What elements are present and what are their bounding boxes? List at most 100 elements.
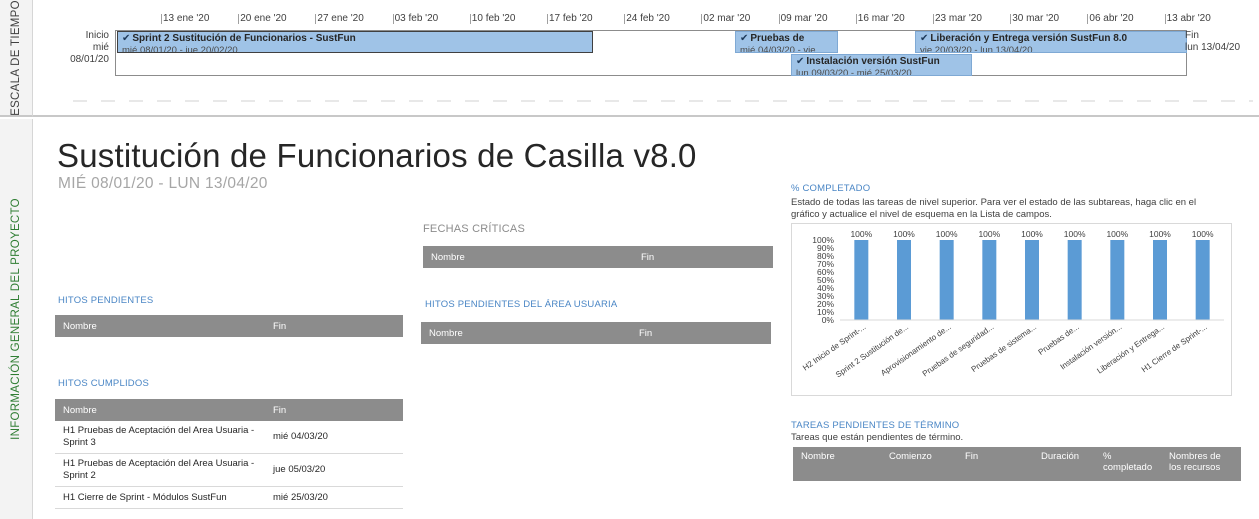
project-dates: MIÉ 08/01/20 - LUN 13/04/20	[58, 175, 268, 192]
column-header-resource-names[interactable]: Nombres de los recursos	[1161, 447, 1241, 481]
bar-title: Sprint 2 Sustitución de Funcionarios - S…	[132, 33, 356, 44]
pending-tasks-heading: TAREAS PENDIENTES DE TÉRMINO	[791, 420, 960, 431]
timeline-tick-label: 16 mar '20	[857, 13, 905, 24]
chart-bar[interactable]	[1067, 240, 1082, 320]
timeline-start: Inicio mié 08/01/20	[53, 30, 109, 66]
bar-data-label: 100%	[978, 229, 1000, 239]
column-header-name[interactable]: Nombre	[421, 322, 631, 344]
percent-complete-description: Estado de todas las tareas de nivel supe…	[791, 197, 1197, 220]
timeline-tick-label: 27 ene '20	[317, 13, 364, 24]
page-title: Sustitución de Funcionarios de Casilla v…	[57, 137, 697, 174]
timeline-tick	[392, 14, 394, 24]
bar-title: Liberación y Entrega versión SustFun 8.0	[930, 33, 1128, 44]
pending-tasks-table[interactable]: Nombre Comienzo Fin Duración % completad…	[793, 447, 1241, 481]
overview-side-label: INFORMACIÓN GENERAL DEL PROYECTO	[0, 119, 33, 519]
timeline-tick-label: 10 feb '20	[471, 13, 516, 24]
x-category-label: Pruebas de seguridad...	[921, 322, 996, 378]
bar-data-label: 100%	[1106, 229, 1128, 239]
column-header-end[interactable]: Fin	[265, 315, 403, 337]
timeline-start-date: mié 08/01/20	[70, 42, 109, 65]
timeline-bar-liberacion[interactable]: ✔ Liberación y Entrega versión SustFun 8.…	[915, 31, 1187, 53]
timeline-bar-sprint2[interactable]: ✔ Sprint 2 Sustitución de Funcionarios - …	[117, 31, 593, 53]
milestone-name: H1 Cierre de Sprint - Módulos SustFun	[55, 486, 265, 509]
timeline-end: Fin lun 13/04/20	[1185, 30, 1240, 54]
percent-complete-heading: % COMPLETADO	[791, 183, 871, 194]
completed-milestones-table[interactable]: Nombre Fin H1 Pruebas de Aceptación del …	[55, 399, 403, 509]
timeline-bar-instalacion[interactable]: ✔ Instalación versión SustFun lun 09/03/2…	[791, 54, 972, 76]
chart-bar[interactable]	[1195, 240, 1210, 320]
column-header-name[interactable]: Nombre	[423, 246, 633, 268]
pending-user-milestones-table[interactable]: Nombre Fin	[421, 322, 771, 344]
column-header-end[interactable]: Fin	[957, 447, 1033, 481]
x-category-label: Sprint 2 Sustitución de...	[834, 322, 910, 379]
timeline[interactable]: 13 ene '20 20 ene '20 27 ene '20 03 feb '20…	[33, 0, 1259, 117]
table-header-row: Nombre Fin	[55, 315, 403, 337]
pending-milestones-heading: HITOS PENDIENTES	[58, 295, 154, 306]
y-tick-label: 100%	[812, 235, 834, 245]
column-header-end[interactable]: Fin	[631, 322, 771, 344]
chart-bar[interactable]	[1153, 240, 1167, 320]
timeline-tick-label: 24 feb '20	[626, 13, 670, 24]
chart-bar[interactable]	[854, 240, 869, 320]
timeline-start-label: Inicio	[85, 30, 109, 41]
timeline-tick	[1087, 14, 1089, 24]
table-row[interactable]: H1 Pruebas de Aceptación del Area Usuari…	[55, 421, 403, 454]
bar-data-label: 100%	[1064, 229, 1086, 239]
milestone-end: jue 05/03/20	[265, 453, 403, 487]
bar-data-label: 100%	[1149, 229, 1171, 239]
project-overview-label: INFORMACIÓN GENERAL DEL PROYECTO	[10, 198, 22, 440]
timeline-tick-label: 23 mar '20	[935, 13, 982, 24]
bar-dates: mié 04/03/20 - vie	[740, 45, 816, 53]
project-overview: Sustitución de Funcionarios de Casilla v…	[33, 119, 1259, 519]
pending-milestones-table[interactable]: Nombre Fin	[55, 315, 403, 337]
timeline-tick	[1164, 14, 1166, 24]
bar-data-label: 100%	[1192, 229, 1214, 239]
x-category-label: Pruebas de...	[1037, 322, 1081, 357]
chart-bar[interactable]	[939, 240, 954, 320]
table-row[interactable]: H1 Pruebas de Aceptación del Area Usuari…	[55, 453, 403, 487]
table-header-row: Nombre Fin	[421, 322, 771, 344]
bar-data-label: 100%	[1021, 229, 1043, 239]
chart-bar[interactable]	[982, 240, 997, 320]
column-header-end[interactable]: Fin	[265, 399, 403, 421]
timeline-tick	[933, 14, 934, 24]
completed-milestones-heading: HITOS CUMPLIDOS	[58, 378, 149, 389]
column-header-name[interactable]: Nombre	[55, 399, 265, 421]
timeline-tick	[701, 14, 703, 24]
column-header-percent-complete[interactable]: % completado	[1095, 447, 1161, 481]
check-icon: ✔	[740, 33, 749, 44]
table-header-row: Nombre Fin	[55, 399, 403, 421]
bar-data-label: 100%	[893, 229, 915, 239]
timeline-tick	[238, 14, 240, 24]
x-category-label: Aprovisionamiento de...	[879, 322, 953, 377]
column-header-duration[interactable]: Duración	[1033, 447, 1095, 481]
pending-tasks-description: Tareas que están pendientes de término.	[791, 432, 964, 443]
timeline-tick	[624, 14, 626, 24]
timeline-faint-divider	[73, 100, 1253, 102]
column-header-end[interactable]: Fin	[633, 246, 773, 268]
column-header-name[interactable]: Nombre	[793, 447, 881, 481]
column-header-name[interactable]: Nombre	[55, 315, 265, 337]
check-icon: ✔	[122, 33, 131, 44]
timeline-tick-label: 03 feb '20	[394, 13, 439, 24]
timeline-tick	[1010, 14, 1012, 24]
critical-dates-table[interactable]: Nombre Fin	[423, 246, 773, 268]
percent-complete-chart[interactable]: 0% 10% 20% 30% 40% 50% 60% 70% 80% 90% 100% 100% H2 …	[791, 223, 1232, 396]
table-header-row: Nombre Comienzo Fin Duración % completad…	[793, 447, 1241, 481]
milestone-name: H1 Pruebas de Aceptación del Area Usuari…	[55, 453, 265, 487]
timeline-tick-label: 30 mar '20	[1012, 13, 1060, 24]
bar-title: Pruebas de	[750, 33, 805, 44]
chart-bar[interactable]	[1110, 240, 1125, 320]
timeline-tick-label: 20 ene '20	[240, 13, 287, 24]
chart-bar[interactable]	[897, 240, 911, 320]
bar-dates: vie 20/03/20 - lun 13/04/20	[920, 45, 1033, 53]
timeline-bar-pruebas[interactable]: ✔ Pruebas de mié 04/03/20 - vie	[735, 31, 838, 53]
timeline-tick-label: 13 abr '20	[1166, 13, 1211, 24]
table-row[interactable]: H1 Cierre de Sprint - Módulos SustFun mi…	[55, 486, 403, 509]
percent-complete-chart-svg[interactable]: 0%10%20%30%40%50%60%70%80%90%100%100%H2 …	[792, 224, 1233, 397]
check-icon: ✔	[796, 56, 805, 67]
bar-dates: lun 09/03/20 - mié 25/03/20	[796, 68, 912, 76]
chart-bar[interactable]	[1025, 240, 1039, 320]
column-header-start[interactable]: Comienzo	[881, 447, 957, 481]
timeline-tick	[778, 14, 780, 24]
